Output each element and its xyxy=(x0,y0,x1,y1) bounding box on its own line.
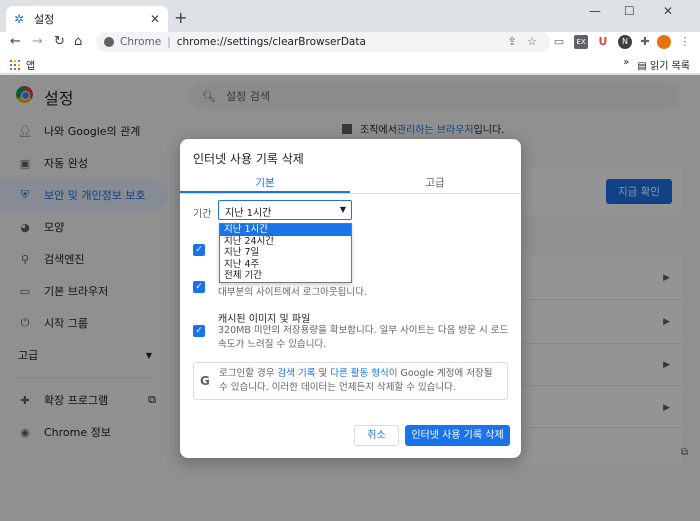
url-host: Chrome xyxy=(120,36,162,48)
close-window-button[interactable]: ✕ xyxy=(663,4,673,18)
time-range-option[interactable]: 지난 7일 xyxy=(220,247,351,259)
cache-checkbox[interactable]: ✓ xyxy=(193,325,205,337)
active-tab-indicator xyxy=(180,191,350,193)
minimize-button[interactable]: — xyxy=(589,4,601,18)
forward-button[interactable]: → xyxy=(32,33,43,51)
reading-list-icon: ▤ xyxy=(637,61,647,72)
clear-data-button[interactable]: 인터넷 사용 기록 삭제 xyxy=(405,425,510,446)
reload-button[interactable]: ↻ xyxy=(54,33,65,51)
search-history-link[interactable]: 검색 기록 xyxy=(277,368,315,379)
time-range-option[interactable]: 지난 24시간 xyxy=(220,236,351,248)
extension-u-icon[interactable]: U xyxy=(596,35,610,49)
cancel-button[interactable]: 취소 xyxy=(354,425,399,446)
reading-list-label: 읽기 목록 xyxy=(650,61,690,72)
google-g-icon: G xyxy=(200,374,210,388)
cache-title: 캐시된 이미지 및 파일 xyxy=(218,314,311,325)
cookies-checkbox[interactable]: ✓ xyxy=(193,281,205,293)
history-desc-peek xyxy=(353,250,377,262)
dialog-tabs: 기본 고급 xyxy=(180,170,521,194)
url-separator: | xyxy=(167,36,171,48)
dialog-title: 인터넷 사용 기록 삭제 xyxy=(193,152,304,166)
url-path: chrome://settings/clearBrowserData xyxy=(176,36,366,48)
extension-n-icon[interactable]: N xyxy=(618,35,632,49)
tab-strip: ✲ 설정 ✕ + — ☐ ✕ xyxy=(0,0,700,32)
address-bar[interactable]: Chrome | chrome://settings/clearBrowserD… xyxy=(96,32,550,52)
time-range-value: 지난 1시간 xyxy=(225,208,272,219)
cache-description: 320MB 미만의 저장용량을 확보합니다. 일부 사이트는 다음 방문 시 로… xyxy=(218,325,509,350)
extension-ex-icon[interactable]: EX xyxy=(574,35,588,49)
back-button[interactable]: ← xyxy=(10,33,21,51)
bookmarks-bar: 앱 » ▤ 읽기 목록 xyxy=(0,52,700,74)
apps-label: 앱 xyxy=(26,61,36,72)
info-part1: 로그인할 경우 xyxy=(219,368,278,379)
home-button[interactable]: ⌂ xyxy=(74,33,82,51)
puzzle-icon[interactable]: ✚ xyxy=(638,35,652,49)
chrome-page-icon xyxy=(104,37,114,47)
tab-title: 설정 xyxy=(34,13,55,26)
clear-browsing-data-dialog: 인터넷 사용 기록 삭제 기본 고급 기간 지난 1시간 ▼ 지난 1시간 지난… xyxy=(180,139,521,458)
time-range-dropdown: 지난 1시간 지난 24시간 지난 7일 지난 4주 전체 기간 xyxy=(219,223,352,283)
apps-grid-icon xyxy=(10,59,20,70)
share-icon[interactable]: ⇪ xyxy=(505,35,519,49)
tab-advanced[interactable]: 고급 xyxy=(350,175,520,190)
time-range-option[interactable]: 지난 4주 xyxy=(220,259,351,271)
kebab-menu-icon[interactable]: ⋮ xyxy=(678,35,692,49)
tab-settings[interactable]: ✲ 설정 ✕ xyxy=(6,6,168,32)
tab-basic[interactable]: 기본 xyxy=(180,175,350,190)
time-range-option[interactable]: 전체 기간 xyxy=(220,270,351,282)
account-info-text: 로그인할 경우 검색 기록 및 다른 활동 형식이 Google 계정에 저장될… xyxy=(219,367,503,395)
toolbar: ← → ↻ ⌂ Chrome | chrome://settings/clear… xyxy=(0,32,700,52)
info-part2: 및 xyxy=(315,368,331,379)
gear-icon: ✲ xyxy=(14,12,25,26)
caret-down-icon: ▼ xyxy=(339,205,346,214)
bookmark-star-icon[interactable]: ☆ xyxy=(525,35,539,49)
cookies-description: 대부분의 사이트에서 로그아웃됩니다. xyxy=(218,287,367,298)
account-info-box: G 로그인할 경우 검색 기록 및 다른 활동 형식이 Google 계정에 저… xyxy=(193,362,508,400)
time-range-label: 기간 xyxy=(193,209,212,220)
maximize-button[interactable]: ☐ xyxy=(624,4,635,18)
other-activity-link[interactable]: 다른 활동 형식 xyxy=(330,368,388,379)
extension-screen-icon[interactable]: ▭ xyxy=(552,35,566,49)
history-checkbox[interactable]: ✓ xyxy=(193,244,205,256)
close-tab-icon[interactable]: ✕ xyxy=(150,12,160,26)
bookmarks-overflow-button[interactable]: » xyxy=(623,57,629,72)
profile-avatar-icon[interactable] xyxy=(657,35,671,49)
new-tab-button[interactable]: + xyxy=(174,8,187,27)
apps-shortcut[interactable]: 앱 xyxy=(10,57,35,72)
time-range-select[interactable]: 지난 1시간 ▼ xyxy=(218,200,352,220)
time-range-option[interactable]: 지난 1시간 xyxy=(220,224,351,236)
reading-list-button[interactable]: ▤ 읽기 목록 xyxy=(637,57,690,72)
